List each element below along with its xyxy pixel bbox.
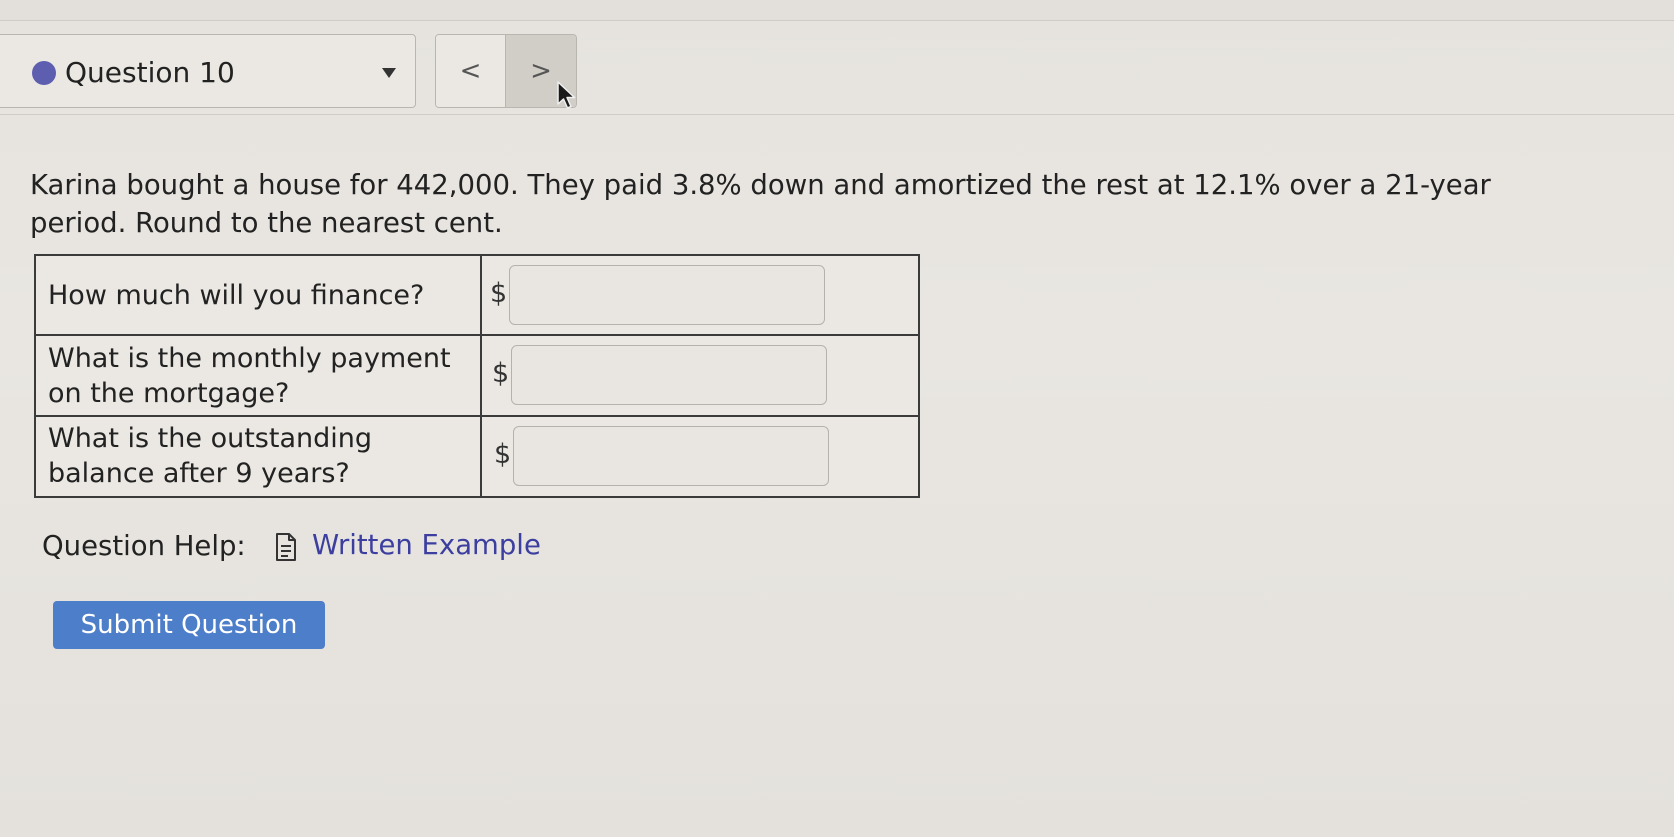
document-icon[interactable] [274,532,298,562]
mouse-cursor-icon [557,81,576,109]
problem-statement: Karina bought a house for 442,000. They … [30,166,1530,242]
row-question-line: What is the outstanding [48,423,372,454]
row-question: What is the monthly payment on the mortg… [48,341,451,411]
problem-line-2: period. Round to the nearest cent. [30,207,503,239]
currency-symbol: $ [490,278,508,309]
table-row: What is the monthly payment on the mortg… [36,336,918,417]
finance-amount-input[interactable] [509,265,825,325]
question-number-label: Question 10 [65,56,235,89]
previous-question-button[interactable]: < [436,35,506,107]
problem-line-1: Karina bought a house for 442,000. They … [30,169,1491,201]
caret-down-icon[interactable] [382,68,396,78]
written-example-link[interactable]: Written Example [312,527,541,563]
row-question-line: What is the monthly payment [48,343,451,374]
currency-symbol: $ [494,439,512,470]
monthly-payment-input[interactable] [511,345,827,405]
row-question: How much will you finance? [48,278,424,313]
submit-question-button[interactable]: Submit Question [53,601,325,649]
answer-table: How much will you finance? $ What is the… [34,254,920,498]
top-bar [0,0,1674,21]
header-divider [0,114,1674,115]
table-row: How much will you finance? $ [36,256,918,336]
row-question-line: How much will you finance? [48,280,425,311]
row-question-line: on the mortgage? [48,378,290,409]
status-dot-icon [32,61,56,85]
outstanding-balance-input[interactable] [513,426,829,486]
question-help-label: Question Help: [42,530,246,562]
currency-symbol: $ [492,358,510,389]
row-question-line: balance after 9 years? [48,458,350,489]
table-row: What is the outstanding balance after 9 … [36,417,918,496]
row-question: What is the outstanding balance after 9 … [48,421,372,491]
